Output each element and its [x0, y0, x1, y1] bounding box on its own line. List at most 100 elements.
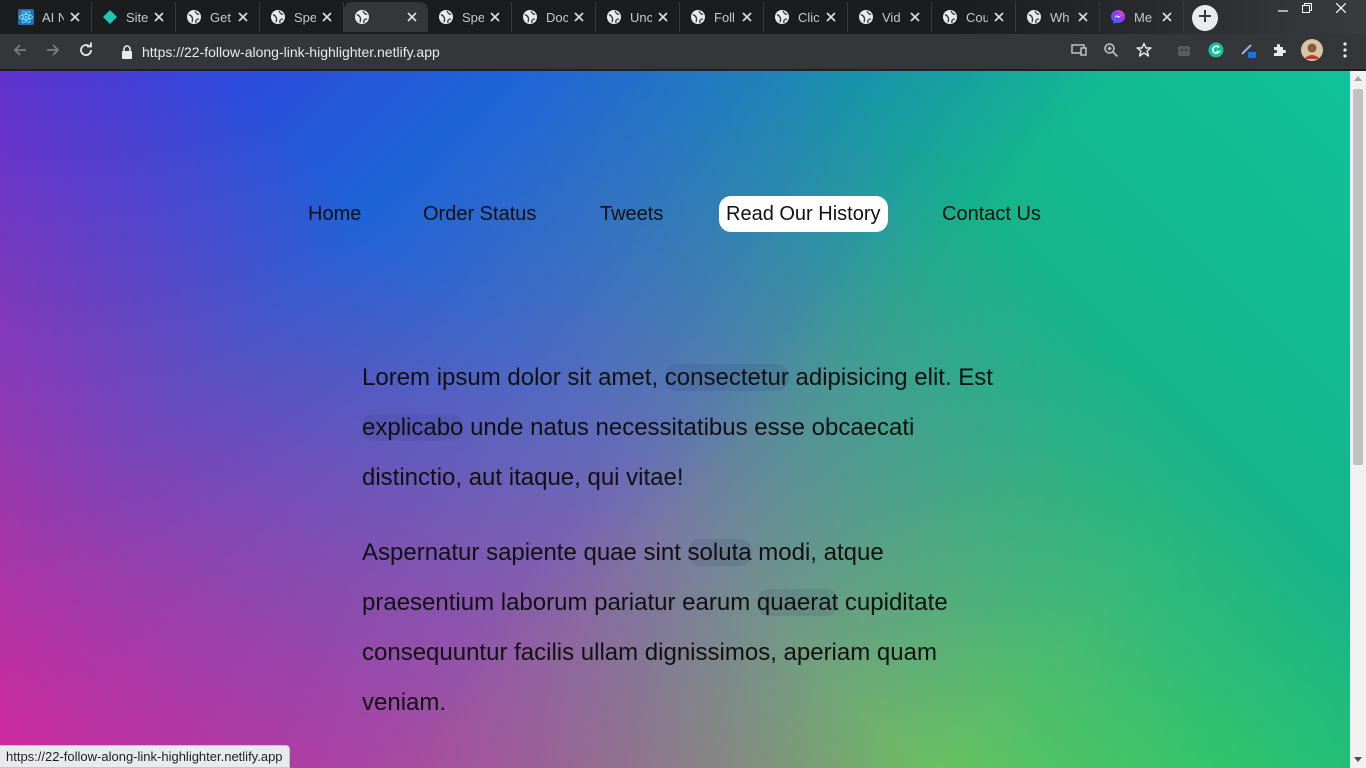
link[interactable]: consectetur — [664, 364, 789, 391]
menu-item-tweets[interactable]: Tweets — [593, 196, 671, 232]
close-icon[interactable] — [1159, 9, 1175, 25]
scroll-up-icon[interactable] — [1354, 76, 1362, 81]
close-icon[interactable] — [1075, 9, 1091, 25]
close-icon[interactable] — [739, 9, 755, 25]
menu-item-read-our-history[interactable]: Read Our History — [719, 196, 888, 232]
globe-icon — [186, 9, 202, 25]
close-icon[interactable] — [151, 9, 167, 25]
page-scrollbar[interactable] — [1350, 71, 1366, 768]
plus-icon — [1198, 9, 1212, 28]
minimize-button[interactable] — [1270, 0, 1296, 18]
globe-icon — [438, 9, 454, 25]
close-icon[interactable] — [907, 9, 923, 25]
zoom-button[interactable] — [1099, 40, 1123, 64]
globe-icon — [606, 9, 622, 25]
tab-title: Site — [126, 9, 148, 25]
close-icon[interactable] — [67, 9, 83, 25]
avatar — [1301, 38, 1323, 66]
browser-tab[interactable]: Clic — [764, 2, 848, 32]
minimize-icon — [1278, 0, 1288, 18]
browser-tab[interactable]: Doc — [512, 2, 596, 32]
close-icon[interactable] — [571, 9, 587, 25]
close-window-button[interactable] — [1328, 0, 1354, 18]
link[interactable]: soluta — [687, 539, 752, 566]
browser-tab[interactable]: Get — [176, 2, 260, 32]
extensions-menu-button[interactable] — [1268, 40, 1292, 64]
close-icon[interactable] — [823, 9, 839, 25]
close-icon[interactable] — [319, 9, 335, 25]
close-icon[interactable] — [991, 9, 1007, 25]
reload-icon — [78, 42, 94, 63]
close-icon[interactable] — [487, 9, 503, 25]
close-icon — [1335, 0, 1347, 18]
browser-tab[interactable]: Vid — [848, 2, 932, 32]
status-bubble: https://22-follow-along-link-highlighter… — [0, 745, 290, 768]
address-bar[interactable]: https://22-follow-along-link-highlighter… — [110, 38, 1050, 66]
pen-extension-button[interactable] — [1236, 40, 1260, 64]
globe-icon — [270, 9, 286, 25]
menu-item-contact-us[interactable]: Contact Us — [935, 196, 1048, 232]
browser-tab[interactable]: Unc — [596, 2, 680, 32]
arrow-left-icon — [12, 42, 28, 63]
tab-title: Cou — [966, 9, 988, 25]
tab-title: Wh — [1050, 9, 1070, 25]
browser-tab[interactable]: Spe — [260, 2, 344, 32]
puzzle-icon — [1272, 42, 1288, 63]
page-viewport: Home Order Status Tweets Read Our Histor… — [0, 71, 1350, 768]
profile-button[interactable] — [1300, 38, 1324, 66]
menu-item-order-status[interactable]: Order Status — [416, 196, 544, 232]
close-icon[interactable] — [404, 9, 420, 25]
browser-tab[interactable]: Wh — [1016, 2, 1100, 32]
paragraph: Aspernatur sapiente quae sint soluta mod… — [362, 528, 1002, 728]
paragraph-text: Lorem ipsum dolor sit amet, — [362, 364, 665, 391]
tab-title: Clic — [798, 9, 820, 25]
scroll-down-icon[interactable] — [1354, 757, 1362, 762]
globe-icon — [1026, 9, 1042, 25]
link[interactable]: quaerat — [756, 589, 839, 616]
lock-icon[interactable] — [118, 43, 136, 61]
tab-title: Get — [210, 9, 231, 25]
tab-title: Unc — [630, 9, 652, 25]
browser-tab-active[interactable] — [344, 2, 428, 32]
back-button[interactable] — [8, 40, 32, 64]
cast-button[interactable] — [1067, 40, 1091, 64]
content-wrapper: Lorem ipsum dolor sit amet, consectetur … — [362, 353, 1002, 753]
tab-strip: AI N Site Get Spe Spe Doc Unc Foll Clic … — [0, 0, 1366, 34]
netlify-icon — [102, 9, 118, 25]
bookmark-button[interactable] — [1132, 40, 1156, 64]
browser-tab[interactable]: AI N — [8, 2, 92, 32]
browser-tab[interactable]: Cou — [932, 2, 1016, 32]
close-icon[interactable] — [235, 9, 251, 25]
browser-tab[interactable]: Site — [92, 2, 176, 32]
reload-button[interactable] — [74, 40, 98, 64]
tab-title: Spe — [294, 9, 316, 25]
menu-item-home[interactable]: Home — [301, 196, 369, 232]
extension-icon — [1176, 42, 1192, 63]
zoom-icon — [1103, 42, 1119, 63]
forward-button[interactable] — [41, 40, 65, 64]
chrome-menu-button[interactable] — [1333, 40, 1357, 64]
globe-icon — [858, 9, 874, 25]
tab-title: AI N — [42, 9, 64, 25]
pen-icon — [1239, 41, 1257, 64]
extension-button[interactable] — [1172, 40, 1196, 64]
star-icon — [1136, 42, 1152, 63]
link[interactable]: explicabo — [362, 414, 464, 441]
browser-tab[interactable]: Spe — [428, 2, 512, 32]
url-text: https://22-follow-along-link-highlighter… — [142, 44, 440, 60]
scrollbar-thumb[interactable] — [1353, 89, 1363, 465]
grammarly-icon — [1208, 42, 1224, 63]
close-icon[interactable] — [655, 9, 671, 25]
grammarly-button[interactable] — [1204, 40, 1228, 64]
paragraph: Lorem ipsum dolor sit amet, consectetur … — [362, 353, 1002, 503]
browser-tab[interactable]: Foll — [680, 2, 764, 32]
tab-title: Doc — [546, 9, 568, 25]
tab-title: Vid — [882, 9, 901, 25]
browser-tab[interactable]: Me — [1100, 2, 1184, 32]
kebab-menu-icon — [1343, 41, 1347, 63]
browser-toolbar: https://22-follow-along-link-highlighter… — [0, 34, 1366, 70]
arrow-right-icon — [45, 42, 61, 63]
restore-button[interactable] — [1294, 0, 1320, 18]
new-tab-button[interactable] — [1192, 5, 1218, 31]
main-menu: Home Order Status Tweets Read Our Histor… — [0, 196, 1350, 232]
